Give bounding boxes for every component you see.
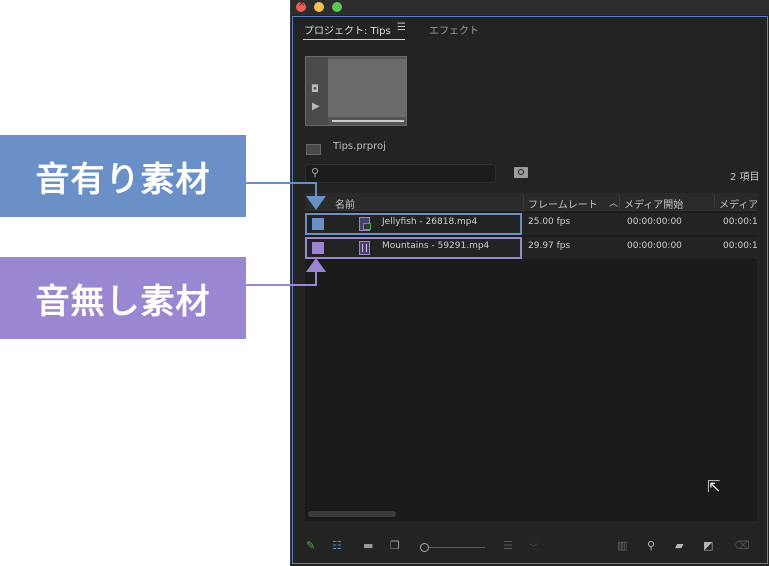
- list-view-icon[interactable]: ☷: [332, 539, 342, 552]
- audio-clip-callout: 音有り素材: [0, 135, 246, 217]
- project-panel: プロジェクト: Tips ☰ エフェクト ◘ ▶ Tips.prproj ⚲ 2…: [292, 16, 768, 564]
- column-divider[interactable]: [714, 195, 715, 209]
- clip-frame-rate: 29.97 fps: [528, 241, 571, 251]
- minimize-window-button[interactable]: [314, 2, 324, 12]
- zoom-slider-track[interactable]: [429, 547, 485, 548]
- sort-ascending-icon[interactable]: ︿: [609, 196, 618, 209]
- pencil-icon[interactable]: ✎: [306, 539, 315, 552]
- project-file-name: Tips.prproj: [333, 141, 386, 152]
- title-bar: [291, 0, 769, 15]
- clip-frame-rate: 25.00 fps: [528, 217, 571, 227]
- clip-name[interactable]: Jellyfish - 26818.mp4: [382, 217, 477, 227]
- search-icon: ⚲: [311, 166, 320, 179]
- trash-icon[interactable]: ⌫: [734, 539, 750, 552]
- hamburger-icon[interactable]: ☰: [397, 22, 406, 33]
- search-input[interactable]: ⚲: [305, 164, 496, 183]
- maximize-window-button[interactable]: [332, 2, 342, 12]
- clip-name[interactable]: Mountains - 59291.mp4: [382, 241, 489, 251]
- table-row[interactable]: Jellyfish - 26818.mp4 25.00 fps 00:00:00…: [305, 213, 757, 235]
- premiere-window: プロジェクト: Tips ☰ エフェクト ◘ ▶ Tips.prproj ⚲ 2…: [290, 0, 769, 566]
- video-clip-icon: [359, 241, 370, 255]
- new-item-icon[interactable]: ◩: [703, 539, 713, 552]
- label-color-swatch[interactable]: [312, 218, 324, 230]
- mouse-pointer-icon: ⇱: [707, 477, 721, 496]
- video-audio-clip-icon: [359, 217, 371, 231]
- clip-media-end: 00:00:16: [723, 217, 757, 227]
- no-audio-clip-callout: 音無し素材: [0, 257, 246, 339]
- column-header-media-start[interactable]: メディア開始: [624, 196, 683, 211]
- chevron-down-icon[interactable]: ﹀: [529, 541, 538, 554]
- project-file-icon: [306, 144, 321, 155]
- play-icon[interactable]: ▶: [312, 101, 320, 112]
- close-window-button[interactable]: [296, 0, 306, 12]
- tab-project[interactable]: プロジェクト: Tips: [304, 22, 391, 37]
- column-header-frame-rate[interactable]: フレームレート: [528, 196, 598, 211]
- sort-icon[interactable]: ☰: [503, 539, 513, 552]
- label-color-swatch[interactable]: [312, 242, 324, 254]
- clip-list: 名前 フレームレート ︿ メディア開始 メディア Jellyfish - 268…: [305, 193, 757, 521]
- new-bin-icon[interactable]: ▰: [675, 539, 683, 552]
- active-tab-underline: [303, 39, 405, 40]
- icon-view-icon[interactable]: ▬: [363, 539, 373, 552]
- freeform-view-icon[interactable]: ❐: [390, 539, 400, 552]
- find-icon[interactable]: ⚲: [647, 539, 655, 552]
- zoom-slider-knob[interactable]: [420, 543, 429, 552]
- automate-to-sequence-icon[interactable]: ▥: [617, 539, 627, 552]
- preview-thumbnail[interactable]: ◘ ▶: [305, 56, 407, 126]
- thumbnail-preview: [328, 59, 406, 117]
- clip-media-start: 00:00:00:00: [627, 241, 682, 251]
- thumbnail-controls: ◘ ▶: [306, 57, 328, 125]
- clip-media-start: 00:00:00:00: [627, 217, 682, 227]
- clip-media-end: 00:00:18: [723, 241, 757, 251]
- tab-effects[interactable]: エフェクト: [429, 22, 479, 37]
- table-row[interactable]: Mountains - 59291.mp4 29.97 fps 00:00:00…: [305, 237, 757, 259]
- thumbnail-scrub-bar[interactable]: [332, 120, 404, 122]
- column-header-media-end[interactable]: メディア: [719, 196, 757, 211]
- find-in-bin-icon[interactable]: [514, 167, 528, 178]
- column-divider[interactable]: [619, 195, 620, 209]
- column-header-name[interactable]: 名前: [335, 196, 355, 211]
- item-count: 2 項目: [730, 172, 760, 183]
- horizontal-scrollbar[interactable]: [308, 511, 396, 517]
- camera-icon[interactable]: ◘: [311, 84, 319, 95]
- column-divider[interactable]: [523, 195, 524, 209]
- list-header: 名前 フレームレート ︿ メディア開始 メディア: [305, 193, 757, 211]
